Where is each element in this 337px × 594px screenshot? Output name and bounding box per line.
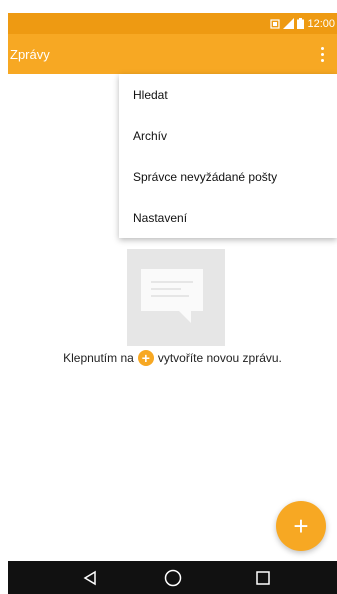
status-bar: 12:00 [8,13,337,34]
menu-item-label: Správce nevyžádané pošty [133,169,278,184]
menu-item-label: Hledat [133,87,168,102]
home-button[interactable] [143,561,203,594]
empty-state-message: Klepnutím na + vytvoříte novou zprávu. [8,350,337,366]
overflow-menu: Hledat Archív Správce nevyžádané pošty N… [119,74,337,238]
signal-icon [283,18,295,29]
battery-icon [297,18,305,29]
menu-item-label: Nastavení [133,210,188,225]
sim-icon [270,18,281,29]
recents-button[interactable] [233,561,293,594]
status-icons: 12:00 [270,13,337,34]
menu-item-label: Archív [133,128,168,143]
fab-plus-icon: + [293,510,309,541]
plus-icon: + [137,350,154,366]
app-title: Zprávy [10,47,50,62]
navigation-bar [8,561,337,594]
back-icon [83,570,96,585]
back-button[interactable] [60,561,120,594]
recents-icon [256,570,270,585]
empty-text-after: vytvoříte novou zprávu. [157,351,282,365]
menu-item-spam-manager[interactable]: Správce nevyžádané pošty [119,156,337,197]
message-bubble-icon [127,249,225,346]
menu-item-archive[interactable]: Archív [119,115,337,156]
menu-item-settings[interactable]: Nastavení [119,197,337,238]
new-message-fab[interactable]: + [276,501,326,551]
app-bar: Zprávy [8,34,337,74]
overflow-menu-button[interactable] [307,34,337,74]
overflow-dots-icon [320,46,324,62]
menu-item-search[interactable]: Hledat [119,74,337,115]
status-time: 12:00 [307,17,335,30]
home-icon [164,569,182,586]
empty-text-before: Klepnutím na [63,351,134,365]
